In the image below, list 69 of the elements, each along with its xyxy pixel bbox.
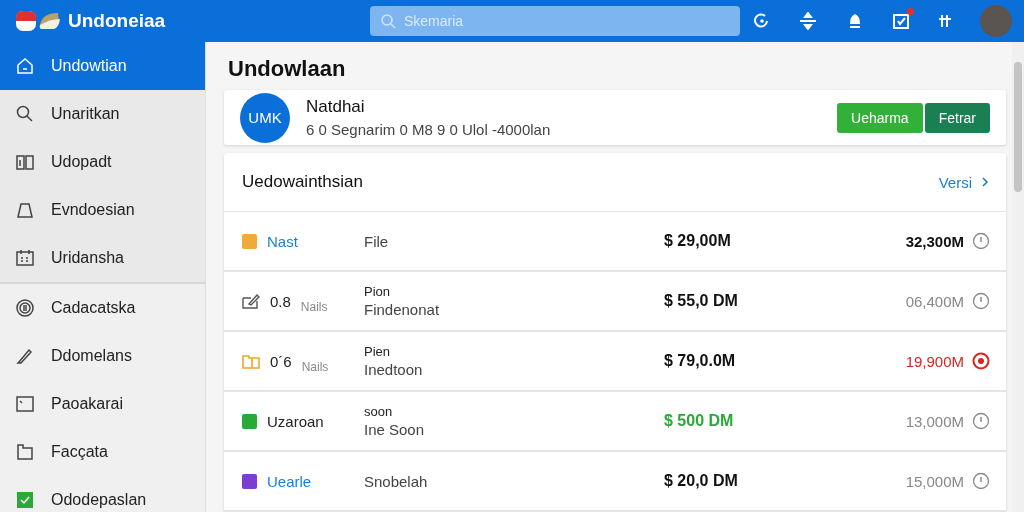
refresh-icon[interactable] [752, 12, 770, 30]
row-type: soon [364, 404, 394, 419]
search-field[interactable]: Skemaria [370, 6, 740, 36]
row-type: Pion [364, 284, 392, 299]
info-icon[interactable] [972, 412, 990, 430]
search-icon [380, 13, 396, 29]
move-icon[interactable] [798, 12, 818, 30]
row-type: Snobelah [364, 472, 429, 490]
sidebar-item[interactable]: Cadacatska [0, 284, 205, 332]
page-title: Undowlaan [228, 56, 347, 82]
more-link[interactable]: Versi [938, 173, 990, 191]
check-icon [15, 490, 35, 510]
sidebar-item[interactable]: Udopadt [0, 138, 205, 186]
sidebar-item[interactable]: Undowtian [0, 42, 205, 90]
sidebar-item[interactable]: Uridansha [0, 234, 205, 282]
row-name[interactable]: Nast [267, 232, 298, 250]
amount-text: $ 55,0 DM [664, 292, 739, 310]
profile-details: 6 0 Segnarim 0 M8 9 0 Ulol -4000lan [306, 121, 552, 138]
total-text: 13,000M [905, 412, 964, 430]
total-text: 19,900M [905, 352, 964, 370]
info-icon[interactable] [972, 292, 990, 310]
avatar-initials: UMK [240, 92, 290, 143]
coin-icon [15, 298, 35, 318]
edit-icon [242, 293, 260, 309]
amount-text: $ 79,0.0M [664, 352, 737, 370]
total-text: 06,400M [905, 292, 964, 310]
amount-text: $ 29,00M [664, 232, 732, 250]
sidebar-item[interactable]: Evndoesian [0, 186, 205, 234]
row-type: Pien [364, 344, 392, 359]
info-icon[interactable] [972, 232, 990, 250]
row-type: Ine Soon [364, 421, 426, 438]
sidebar-item[interactable]: Ddomelans [0, 332, 205, 380]
app-name: Undoneiaa [68, 10, 166, 32]
info-icon[interactable] [972, 472, 990, 490]
pen-icon [15, 346, 35, 366]
home-icon [15, 56, 35, 76]
row-type: Findenonat [364, 301, 441, 318]
row-type: File [364, 232, 390, 250]
alert-icon[interactable] [972, 352, 990, 370]
screen-icon [15, 394, 35, 414]
row-name[interactable]: Uearle [267, 472, 312, 490]
sidebar-item[interactable]: Facçata [0, 428, 205, 476]
sidebar-item[interactable]: Paoakarai [0, 380, 205, 428]
calendar-icon [15, 248, 35, 268]
row-type: Inedtoon [364, 361, 424, 378]
total-text: 32,300M [905, 232, 964, 250]
row-subtitle: Nails [300, 300, 328, 314]
amount-text: $ 500 DM [664, 412, 735, 430]
row-name: 0´6 [270, 352, 292, 370]
row-name: 0.8 [270, 292, 291, 310]
scrollbar[interactable] [1012, 42, 1024, 512]
sidebar-item[interactable]: Ododepaslan [0, 476, 205, 512]
search-icon [15, 104, 35, 124]
amount-text: $ 20,0 DM [664, 472, 739, 490]
folder-icon [242, 353, 260, 369]
chevron-icon [980, 176, 990, 188]
row-subtitle: Nails [301, 360, 329, 374]
folder-icon [15, 442, 35, 462]
book-icon [15, 152, 35, 172]
tag-icon [15, 200, 35, 220]
action-button[interactable]: Fetrar [924, 102, 990, 133]
total-text: 15,000M [905, 472, 964, 490]
list-title: Uedowainthsian [242, 172, 363, 192]
task-icon[interactable] [892, 12, 910, 30]
row-name: Uzaroan [267, 412, 324, 430]
profile-name: Natdhai [306, 97, 366, 117]
sidebar-item[interactable]: Unaritkan [0, 90, 205, 138]
logo-icon [14, 9, 62, 33]
pin-icon[interactable] [938, 14, 952, 28]
